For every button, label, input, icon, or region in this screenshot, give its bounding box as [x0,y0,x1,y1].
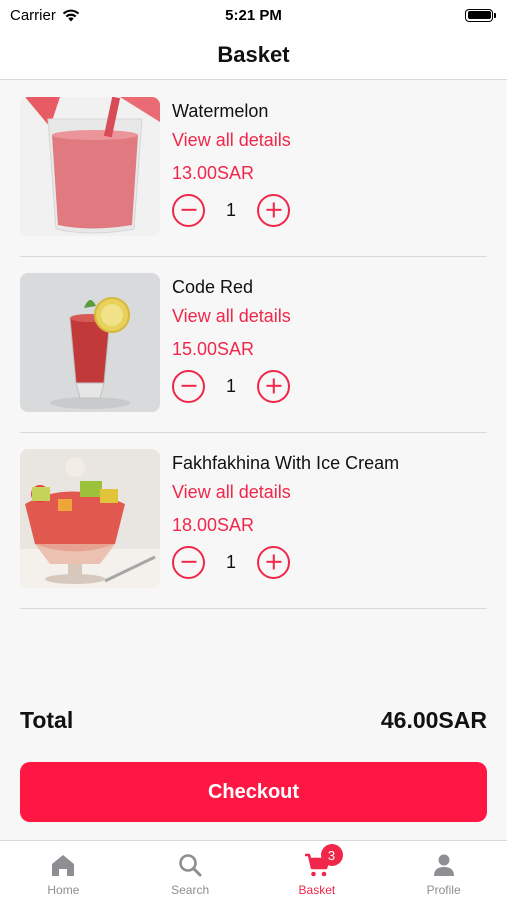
battery-icon [465,8,496,22]
item-info: Watermelon View all details 13.00SAR 1 [172,99,482,227]
checkout-button[interactable]: Checkout [20,762,487,822]
person-icon [433,854,454,876]
item-price: 13.00SAR [172,163,255,183]
basket-item: Code Red View all details 15.00SAR 1 [20,257,487,433]
total-row: Total 46.00SAR [20,703,487,737]
quantity-value: 1 [225,375,236,396]
tab-label: Search [171,883,210,897]
carrier-label: Carrier [10,6,56,24]
tab-profile[interactable]: Profile [380,841,507,900]
basket-item: Fakhfakhina With Ice Cream View all deta… [20,433,487,609]
home-icon [52,855,75,876]
wifi-icon [62,9,80,21]
item-info: Code Red View all details 15.00SAR 1 [172,275,482,403]
item-info: Fakhfakhina With Ice Cream View all deta… [172,451,482,579]
decrease-quantity-button[interactable] [172,545,205,579]
decrease-quantity-button[interactable] [172,369,205,403]
quantity-stepper: 1 [172,193,482,227]
watermelon-juice-image [20,97,160,236]
quantity-value: 1 [225,551,236,572]
item-name: Fakhfakhina With Ice Cream [172,453,400,473]
item-name: Watermelon [172,101,269,121]
view-details-link[interactable]: View all details [172,128,482,152]
view-details-link[interactable]: View all details [172,304,482,328]
item-price: 18.00SAR [172,515,255,535]
tab-search[interactable]: Search [127,841,254,900]
increase-quantity-button[interactable] [257,369,290,403]
basket-list: Watermelon View all details 13.00SAR 1 C… [20,81,487,609]
quantity-value: 1 [225,199,236,220]
status-bar: Carrier 5:21 PM [0,0,507,30]
decrease-quantity-button[interactable] [172,193,205,227]
total-value: 46.00SAR [380,706,487,733]
view-details-link[interactable]: View all details [172,480,482,504]
quantity-stepper: 1 [172,369,482,403]
code-red-drink-image [20,273,160,412]
tab-label: Home [47,883,80,897]
nav-header: Basket [0,30,507,80]
tab-home[interactable]: Home [0,841,127,900]
status-left: Carrier [10,7,80,24]
cart-count-badge: 3 [320,844,343,866]
increase-quantity-button[interactable] [257,545,290,579]
item-name: Code Red [172,277,254,297]
tab-basket[interactable]: 3 Basket [254,841,381,900]
tab-label: Basket [298,883,336,897]
tab-label: Profile [426,883,461,897]
total-label: Total [20,706,74,733]
basket-item: Watermelon View all details 13.00SAR 1 [20,81,487,257]
quantity-stepper: 1 [172,545,482,579]
tab-bar: Home Search 3 Basket Profile [0,840,507,900]
page-title: Basket [217,41,290,67]
increase-quantity-button[interactable] [257,193,290,227]
search-icon [179,854,202,877]
fakhfakhina-dessert-image [20,449,160,588]
item-price: 15.00SAR [172,339,255,359]
